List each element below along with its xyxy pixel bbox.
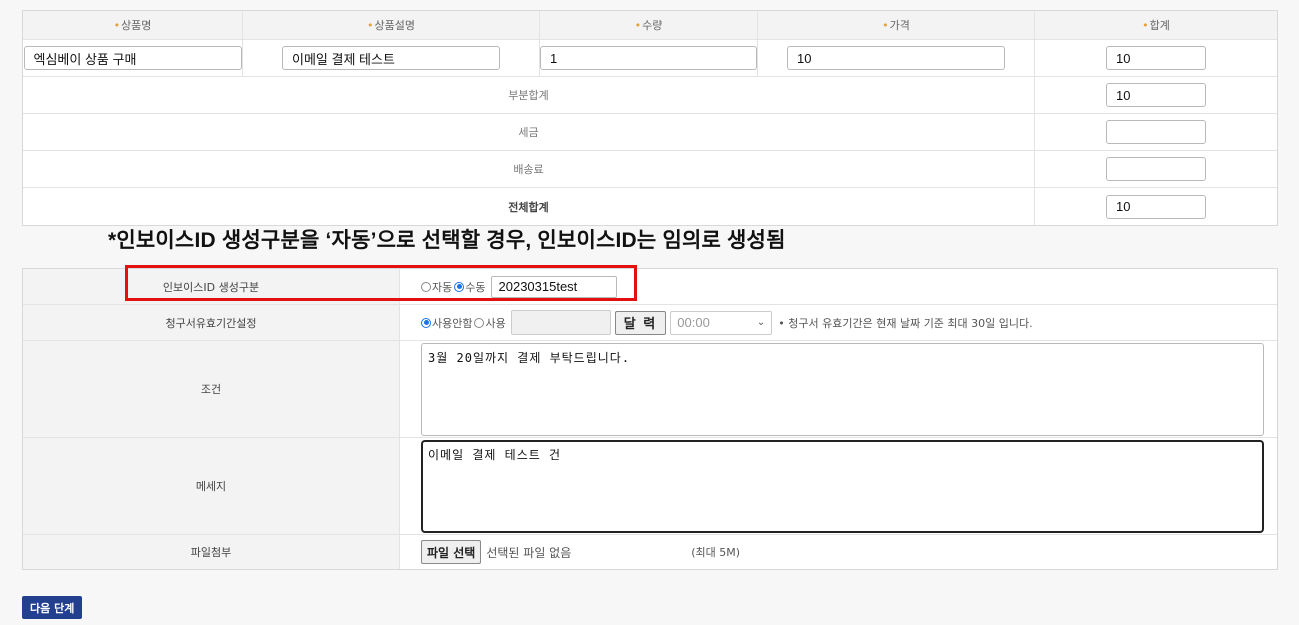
value-cell: 이메일 결제 테스트 건 xyxy=(400,438,1277,534)
radio-expiry-unused[interactable] xyxy=(421,317,431,328)
header-label: 가격 xyxy=(889,19,910,32)
expiry-note: • 청구서 유효기간은 현재 날짜 기준 최대 30일 입니다. xyxy=(778,316,1033,330)
expiry-row: 청구서유효기간설정 사용안함 사용 달 력 00:00 ⌄ • 청구서 유효기간… xyxy=(23,305,1277,341)
product-table: • 상품명 • 상품설명 • 수량 • 가격 • 합계 엑심베이 상품 구매 이메일 결제… xyxy=(22,10,1278,226)
condition-textarea[interactable]: 3월 20일까지 결제 부탁드립니다. xyxy=(421,343,1264,436)
cell: 이메일 결제 테스트 xyxy=(243,40,540,76)
expiry-time-select[interactable]: 00:00 ⌄ xyxy=(670,310,773,335)
shipping-row: 배송료 xyxy=(23,151,1277,188)
value-cell: 3월 20일까지 결제 부탁드립니다. xyxy=(400,341,1277,437)
condition-row: 조건 3월 20일까지 결제 부탁드립니다. xyxy=(23,341,1277,438)
value-cell: 파일 선택 선택된 파일 없음 (최대 5M) xyxy=(400,535,1277,569)
product-item-row: 엑심베이 상품 구매 이메일 결제 테스트 1 10 10 xyxy=(23,40,1277,77)
radio-auto-label[interactable]: 자동 xyxy=(432,279,452,295)
file-status: 선택된 파일 없음 xyxy=(486,545,572,560)
header-product-description: • 상품설명 xyxy=(243,11,540,39)
shipping-label: 배송료 xyxy=(23,151,1035,187)
file-select-button[interactable]: 파일 선택 xyxy=(421,540,482,564)
radio-expiry-used[interactable] xyxy=(474,317,485,328)
value-cell: 사용안함 사용 달 력 00:00 ⌄ • 청구서 유효기간은 현재 날짜 기준… xyxy=(400,305,1277,340)
item-total-input[interactable]: 10 xyxy=(1106,46,1206,70)
radio-manual-label[interactable]: 수동 xyxy=(465,279,485,295)
grand-total-input[interactable]: 10 xyxy=(1106,194,1206,219)
radio-manual[interactable] xyxy=(454,281,465,292)
invoice-id-label: 인보이스ID 생성구분 xyxy=(23,269,400,304)
cell: 10 xyxy=(758,40,1035,76)
cell: 10 xyxy=(1035,77,1277,113)
price-input[interactable]: 10 xyxy=(787,46,1005,70)
message-label: 메세지 xyxy=(23,438,400,534)
required-mark: • xyxy=(113,18,121,32)
tax-label: 세금 xyxy=(23,114,1035,150)
tax-input[interactable] xyxy=(1106,120,1206,144)
next-step-button[interactable]: 다음 단계 xyxy=(22,596,83,619)
message-row: 메세지 이메일 결제 테스트 건 xyxy=(23,438,1277,535)
subtotal-input[interactable]: 10 xyxy=(1106,83,1206,107)
header-quantity: • 수량 xyxy=(540,11,758,39)
cell: 1 xyxy=(540,40,758,76)
cell: 10 xyxy=(1035,40,1277,76)
subtotal-label: 부분합계 xyxy=(23,77,1035,113)
file-size-limit: (최대 5M) xyxy=(691,546,741,559)
message-textarea[interactable]: 이메일 결제 테스트 건 xyxy=(421,440,1264,533)
product-name-input[interactable]: 엑심베이 상품 구매 xyxy=(23,46,242,70)
required-mark: • xyxy=(1142,18,1149,32)
header-label: 수량 xyxy=(642,19,663,32)
tax-row: 세금 xyxy=(23,114,1277,151)
attachment-label: 파일첨부 xyxy=(23,535,400,569)
quantity-input[interactable]: 1 xyxy=(540,46,757,70)
header-total: • 합계 xyxy=(1035,11,1277,39)
radio-expiry-unused-label[interactable]: 사용안함 xyxy=(432,315,472,331)
invoice-id-notice: *인보이스ID 생성구분을 ‘자동’으로 선택할 경우, 인보이스ID는 임의로… xyxy=(108,229,786,252)
header-product-name: • 상품명 xyxy=(23,11,243,39)
shipping-input[interactable] xyxy=(1106,157,1206,181)
chevron-down-icon: ⌄ xyxy=(756,317,766,328)
radio-expiry-used-label[interactable]: 사용 xyxy=(485,315,505,331)
cell: 엑심베이 상품 구매 xyxy=(23,40,243,76)
invoice-id-row: 인보이스ID 생성구분 자동 수동 20230315test xyxy=(23,269,1277,305)
cell xyxy=(1035,114,1277,150)
value-cell: 자동 수동 20230315test xyxy=(400,269,1277,304)
header-label: 합계 xyxy=(1149,19,1170,32)
header-label: 상품명 xyxy=(121,19,152,32)
invoice-settings-table: 인보이스ID 생성구분 자동 수동 20230315test 청구서유효기간설정… xyxy=(22,268,1278,570)
invoice-id-input[interactable]: 20230315test xyxy=(490,275,617,298)
grand-total-label: 전체합계 xyxy=(23,188,1035,225)
required-mark: • xyxy=(634,18,642,32)
subtotal-row: 부분합계 10 xyxy=(23,77,1277,114)
radio-auto[interactable] xyxy=(421,281,431,292)
attachment-row: 파일첨부 파일 선택 선택된 파일 없음 (최대 5M) xyxy=(23,535,1277,569)
product-description-input[interactable]: 이메일 결제 테스트 xyxy=(282,46,500,70)
cell: 10 xyxy=(1035,188,1277,225)
required-mark: • xyxy=(882,18,889,32)
grand-total-row: 전체합계 10 xyxy=(23,188,1277,225)
header-label: 상품설명 xyxy=(374,19,415,32)
product-table-header: • 상품명 • 상품설명 • 수량 • 가격 • 합계 xyxy=(23,11,1277,40)
expiry-label: 청구서유효기간설정 xyxy=(23,305,400,340)
condition-label: 조건 xyxy=(23,341,400,437)
required-mark: • xyxy=(367,18,374,32)
header-price: • 가격 xyxy=(758,11,1035,39)
expiry-time-value: 00:00 xyxy=(677,315,710,330)
calendar-button[interactable]: 달 력 xyxy=(614,310,667,335)
cell xyxy=(1035,151,1277,187)
expiry-date-input[interactable] xyxy=(510,310,611,335)
